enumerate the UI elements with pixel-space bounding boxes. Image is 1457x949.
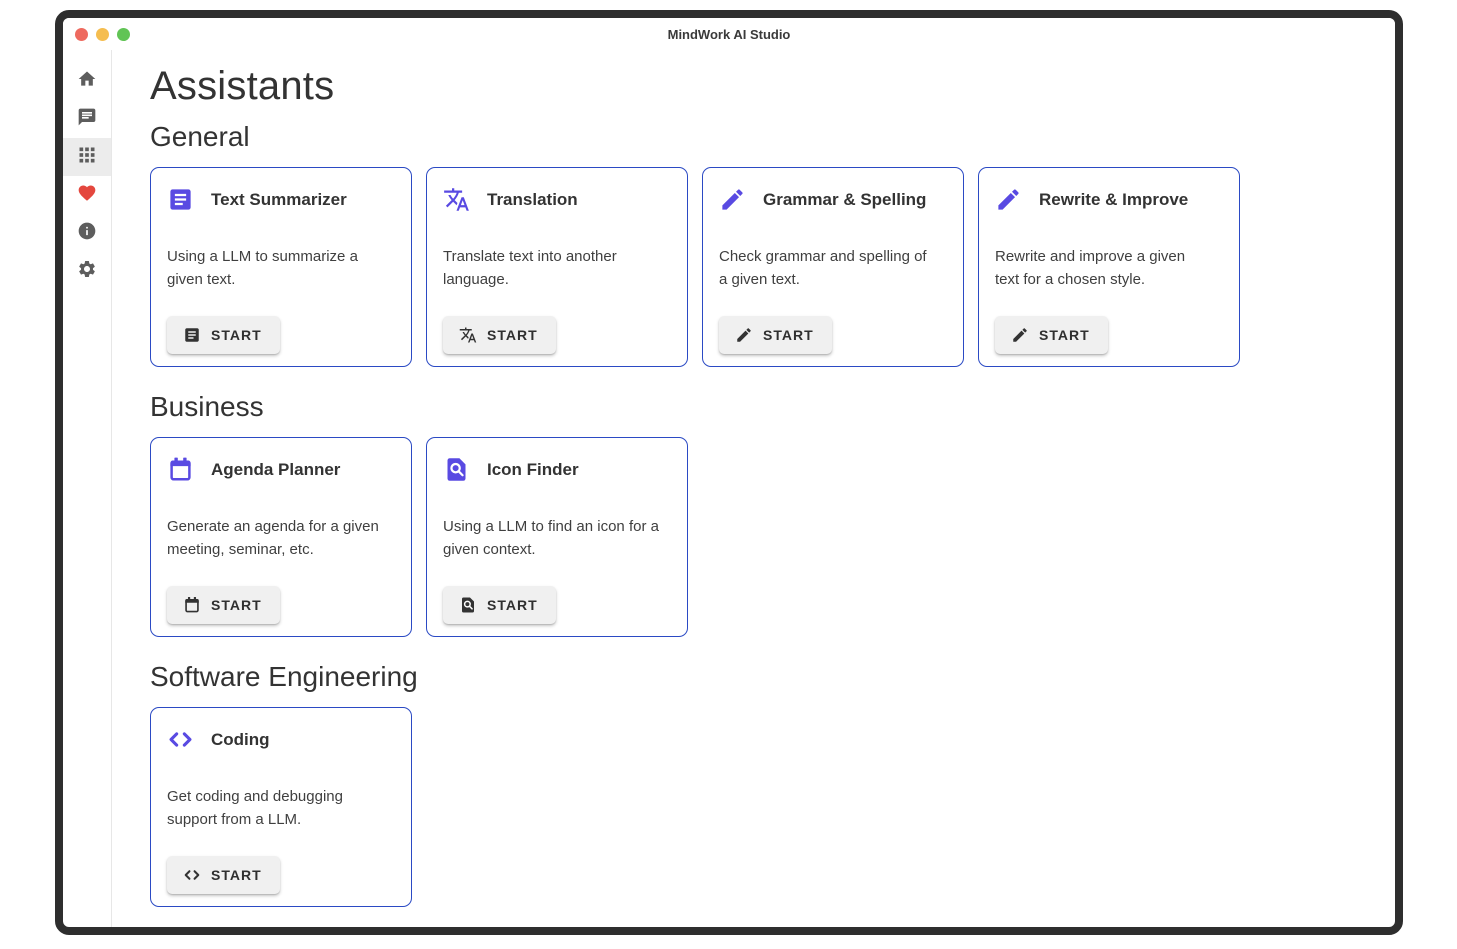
settings-gear-icon xyxy=(77,259,97,284)
assistant-card: Translation Translate text into another l… xyxy=(426,167,688,367)
start-button[interactable]: START xyxy=(167,856,280,894)
calendar-icon xyxy=(167,456,194,483)
card-header: Grammar & Spelling xyxy=(719,186,943,213)
icon-search-icon xyxy=(459,596,477,614)
start-button[interactable]: START xyxy=(443,316,556,354)
minimize-button[interactable] xyxy=(96,28,109,41)
card-description: Generate an agenda for a given meeting, … xyxy=(167,515,391,562)
start-button[interactable]: START xyxy=(995,316,1108,354)
card-description: Get coding and debugging support from a … xyxy=(167,785,391,832)
start-button-label: START xyxy=(487,327,538,343)
card-row: Coding Get coding and debugging support f… xyxy=(150,707,1395,907)
sections-container: General Text Summarizer Using a LLM to sum… xyxy=(150,121,1395,907)
icon-search-icon xyxy=(443,456,470,483)
card-title: Text Summarizer xyxy=(211,190,347,210)
card-description: Check grammar and spelling of a given te… xyxy=(719,245,943,292)
card-title: Translation xyxy=(487,190,578,210)
pencil-icon xyxy=(735,326,753,344)
card-header: Agenda Planner xyxy=(167,456,391,483)
section: Business Agenda Planner Generate an agenda… xyxy=(150,391,1395,637)
assistant-card: Icon Finder Using a LLM to find an icon f… xyxy=(426,437,688,637)
card-row: Agenda Planner Generate an agenda for a g… xyxy=(150,437,1395,637)
window-title: MindWork AI Studio xyxy=(668,27,791,42)
card-title: Grammar & Spelling xyxy=(763,190,926,210)
start-button[interactable]: START xyxy=(719,316,832,354)
sidebar-item-favorites[interactable] xyxy=(63,176,111,214)
card-description: Using a LLM to find an icon for a given … xyxy=(443,515,667,562)
sidebar-item-settings[interactable] xyxy=(63,252,111,290)
window-content: Assistants General Text Summarizer Using a… xyxy=(63,50,1395,927)
card-header: Translation xyxy=(443,186,667,213)
card-title: Rewrite & Improve xyxy=(1039,190,1188,210)
start-button-label: START xyxy=(487,597,538,613)
section: General Text Summarizer Using a LLM to sum… xyxy=(150,121,1395,367)
titlebar: MindWork AI Studio xyxy=(63,18,1395,50)
start-button[interactable]: START xyxy=(443,586,556,624)
sidebar-item-assistants[interactable] xyxy=(63,138,111,176)
sidebar-item-home[interactable] xyxy=(63,62,111,100)
start-button-label: START xyxy=(763,327,814,343)
card-title: Agenda Planner xyxy=(211,460,340,480)
calendar-icon xyxy=(183,596,201,614)
assistant-card: Text Summarizer Using a LLM to summarize … xyxy=(150,167,412,367)
traffic-lights xyxy=(75,18,130,50)
pencil-icon xyxy=(719,186,746,213)
pencil-icon xyxy=(995,186,1022,213)
code-icon xyxy=(167,726,194,753)
page-title: Assistants xyxy=(150,64,1395,109)
start-button-label: START xyxy=(211,597,262,613)
pencil-icon xyxy=(1011,326,1029,344)
section-title: General xyxy=(150,121,1395,153)
card-header: Coding xyxy=(167,726,391,753)
sidebar-item-chats[interactable] xyxy=(63,100,111,138)
main-content: Assistants General Text Summarizer Using a… xyxy=(112,50,1395,927)
card-description: Using a LLM to summarize a given text. xyxy=(167,245,391,292)
translate-icon xyxy=(443,186,470,213)
sidebar xyxy=(63,50,112,927)
document-icon xyxy=(183,326,201,344)
home-icon xyxy=(77,69,97,94)
start-button-label: START xyxy=(211,327,262,343)
start-button-label: START xyxy=(1039,327,1090,343)
assistant-card: Rewrite & Improve Rewrite and improve a g… xyxy=(978,167,1240,367)
document-icon xyxy=(167,186,194,213)
start-button[interactable]: START xyxy=(167,586,280,624)
close-button[interactable] xyxy=(75,28,88,41)
code-icon xyxy=(183,866,201,884)
translate-icon xyxy=(459,326,477,344)
chat-icon xyxy=(77,107,97,132)
section: Software Engineering Coding Get coding and… xyxy=(150,661,1395,907)
card-header: Rewrite & Improve xyxy=(995,186,1219,213)
card-description: Rewrite and improve a given text for a c… xyxy=(995,245,1219,292)
sidebar-item-about[interactable] xyxy=(63,214,111,252)
assistant-card: Coding Get coding and debugging support f… xyxy=(150,707,412,907)
section-title: Business xyxy=(150,391,1395,423)
assistant-card: Agenda Planner Generate an agenda for a g… xyxy=(150,437,412,637)
start-button[interactable]: START xyxy=(167,316,280,354)
card-header: Icon Finder xyxy=(443,456,667,483)
card-title: Coding xyxy=(211,730,270,750)
apps-grid-icon xyxy=(77,145,97,170)
start-button-label: START xyxy=(211,867,262,883)
section-title: Software Engineering xyxy=(150,661,1395,693)
card-header: Text Summarizer xyxy=(167,186,391,213)
info-icon xyxy=(77,221,97,246)
app-window: MindWork AI Studio Assistants xyxy=(55,10,1403,935)
card-description: Translate text into another language. xyxy=(443,245,667,292)
card-title: Icon Finder xyxy=(487,460,579,480)
card-row: Text Summarizer Using a LLM to summarize … xyxy=(150,167,1395,367)
zoom-button[interactable] xyxy=(117,28,130,41)
assistant-card: Grammar & Spelling Check grammar and spel… xyxy=(702,167,964,367)
favorites-heart-icon xyxy=(77,183,97,208)
